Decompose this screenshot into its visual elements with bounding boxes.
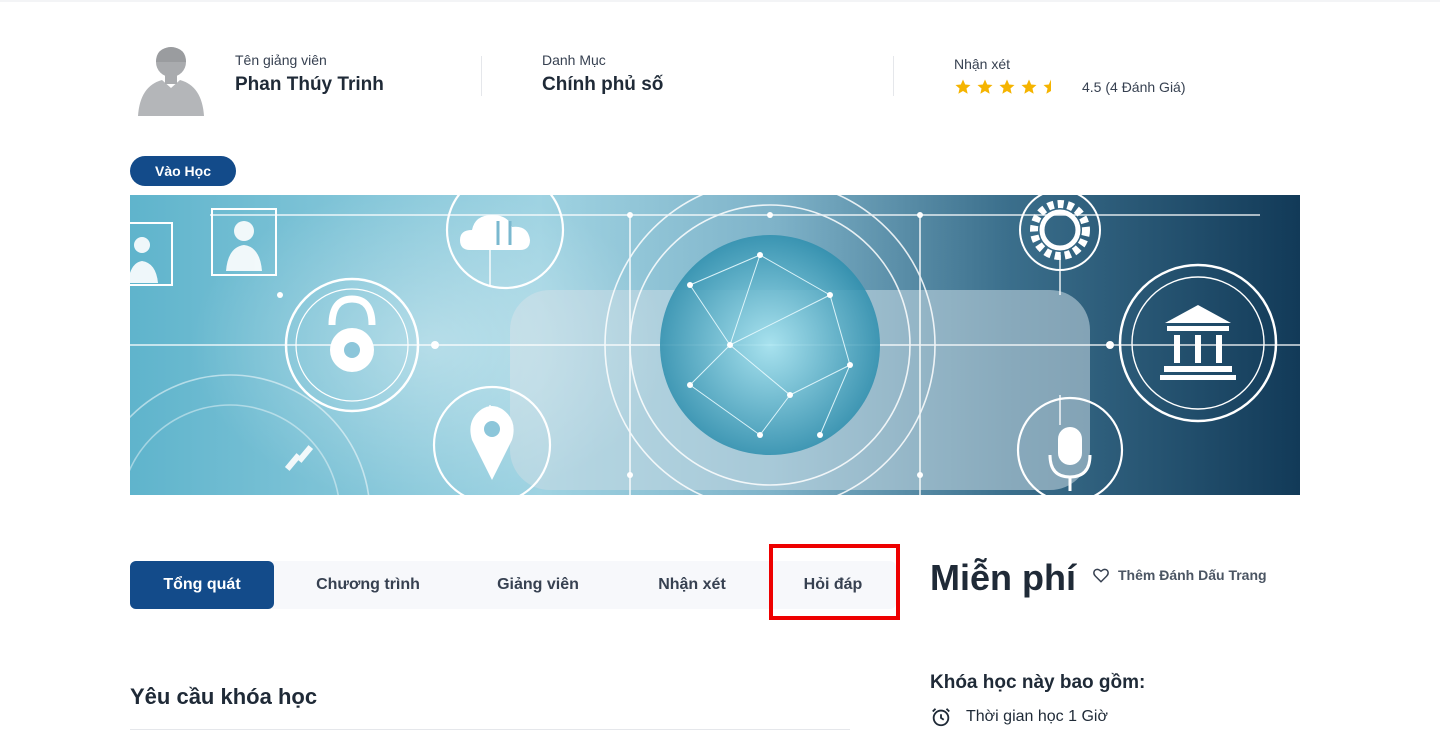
- category-info: Danh Mục Chính phủ số: [542, 52, 663, 96]
- instructor-avatar: [138, 47, 204, 116]
- highlight-box: [769, 544, 900, 620]
- category-label: Danh Mục: [542, 52, 606, 68]
- includes-title: Khóa học này bao gồm:: [930, 672, 1146, 693]
- tab-overview[interactable]: Tổng quát: [130, 561, 274, 609]
- category-value[interactable]: Chính phủ số: [542, 74, 663, 96]
- star-full-icon: [999, 79, 1015, 94]
- course-price: Miễn phí: [930, 557, 1076, 598]
- bookmark-button[interactable]: Thêm Đánh Dấu Trang: [1092, 566, 1267, 584]
- include-item-duration: Thời gian học 1 Giờ: [930, 706, 1108, 728]
- divider: [481, 56, 482, 96]
- course-banner-image: [130, 195, 1300, 495]
- include-item-text: Thời gian học 1 Giờ: [966, 708, 1108, 725]
- star-rating: [954, 78, 1060, 96]
- review-label: Nhận xét: [954, 56, 1011, 72]
- divider: [893, 56, 894, 96]
- tab-instructor[interactable]: Giảng viên: [462, 561, 614, 609]
- tab-curriculum[interactable]: Chương trình: [274, 561, 462, 609]
- star-full-icon: [977, 79, 993, 94]
- star-half-icon: [1043, 79, 1051, 94]
- tab-reviews[interactable]: Nhận xét: [614, 561, 770, 609]
- alarm-clock-icon: [932, 708, 950, 727]
- bookmark-label: Thêm Đánh Dấu Trang: [1118, 567, 1267, 583]
- instructor-name[interactable]: Phan Thúy Trinh: [235, 74, 384, 96]
- rating-row: 4.5 (4 Đánh Giá): [954, 78, 1186, 96]
- star-full-icon: [1021, 79, 1037, 94]
- instructor-label: Tên giảng viên: [235, 52, 327, 68]
- star-full-icon: [955, 79, 971, 94]
- review-info: Nhận xét 4.5 (4 Đánh Giá): [954, 56, 1186, 96]
- requirements-title: Yêu cầu khóa học: [130, 684, 318, 709]
- instructor-info: Tên giảng viên Phan Thúy Trinh: [235, 52, 384, 96]
- enroll-button[interactable]: Vào Học: [130, 156, 236, 186]
- heart-icon: [1093, 568, 1109, 583]
- top-border: [0, 0, 1440, 2]
- rating-summary: 4.5 (4 Đánh Giá): [1082, 79, 1186, 95]
- divider: [130, 729, 850, 730]
